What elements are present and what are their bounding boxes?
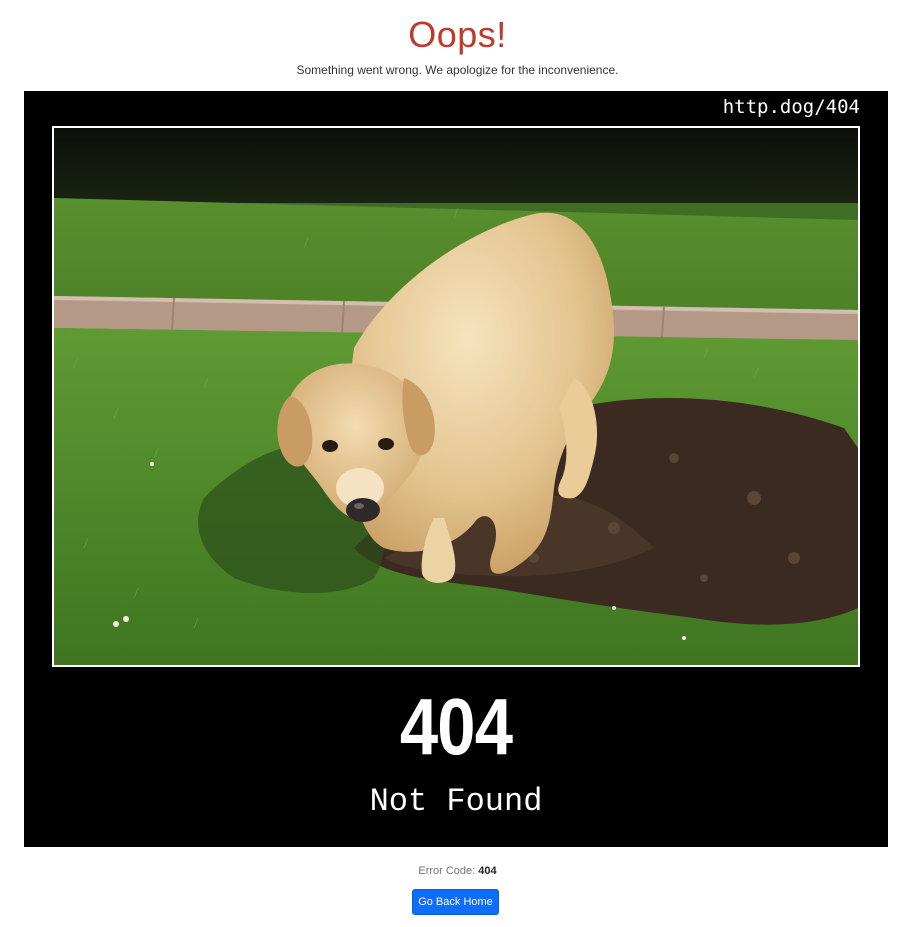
error-code-value: 404 — [478, 865, 497, 877]
dog-url-label: http.dog/404 — [722, 96, 860, 118]
error-code-line: Error Code: 404 — [0, 864, 915, 878]
status-text: Not Found — [369, 783, 543, 820]
dog-photo — [52, 126, 860, 667]
error-page: Oops! Something went wrong. We apologize… — [0, 0, 915, 927]
dog-photo-illustration — [54, 128, 858, 665]
go-back-home-button[interactable]: Go Back Home — [412, 889, 499, 915]
http-dog-image: http.dog/404 404 Not Found — [24, 91, 888, 847]
status-code: 404 — [399, 682, 513, 771]
page-subtitle: Something went wrong. We apologize for t… — [296, 63, 619, 77]
error-code-label: Error Code: — [418, 865, 476, 877]
page-title: Oops! — [408, 14, 507, 55]
